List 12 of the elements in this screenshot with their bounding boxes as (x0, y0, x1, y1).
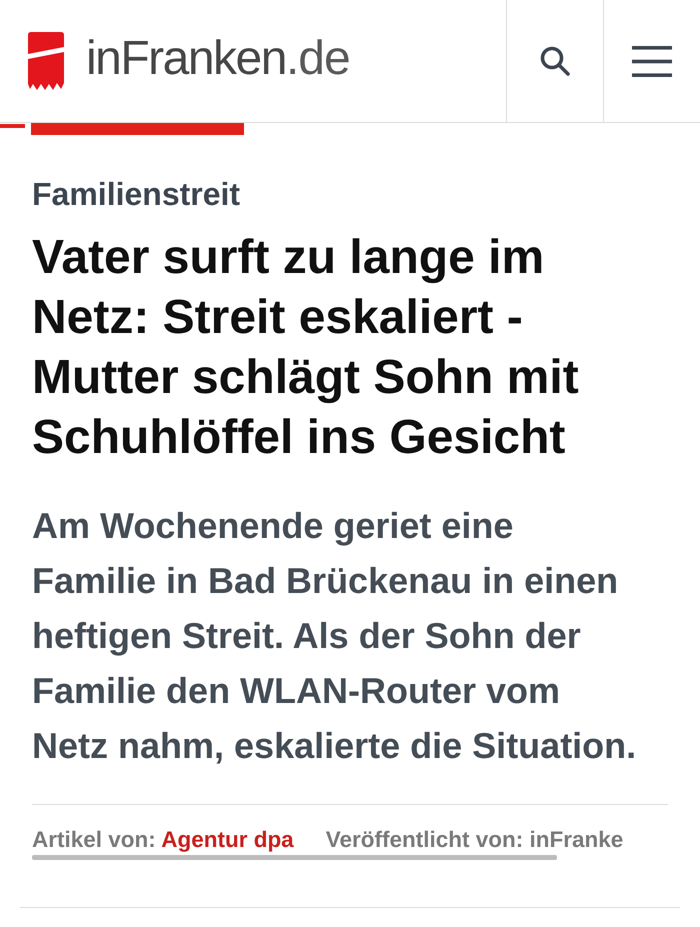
author-label: Artikel von: (32, 827, 156, 852)
accent-bar (0, 124, 25, 128)
publisher-credit: Veröffentlicht von: inFranke (326, 826, 624, 854)
horizontal-scrollbar[interactable] (32, 855, 557, 860)
article-kicker: Familienstreit (32, 175, 242, 213)
menu-icon (632, 46, 672, 76)
flag-logo-icon (28, 32, 64, 90)
site-logo[interactable]: inFranken.de (28, 32, 350, 90)
author-link[interactable]: Agentur dpa (161, 827, 294, 852)
article-headline: Vater surft zu lange im Netz: Streit eskaliert - Mutter schlägt Sohn mit Schuhlöffel ins Gesicht (32, 230, 580, 466)
search-icon (540, 46, 570, 76)
article-lead: Am Wochenende geriet eine Familie in Bad Brückenau in einen heftigen Streit. Als der Sohn der Familie den WLAN-Router vom Netz nahm, eskalierte die Situation. (32, 504, 638, 768)
